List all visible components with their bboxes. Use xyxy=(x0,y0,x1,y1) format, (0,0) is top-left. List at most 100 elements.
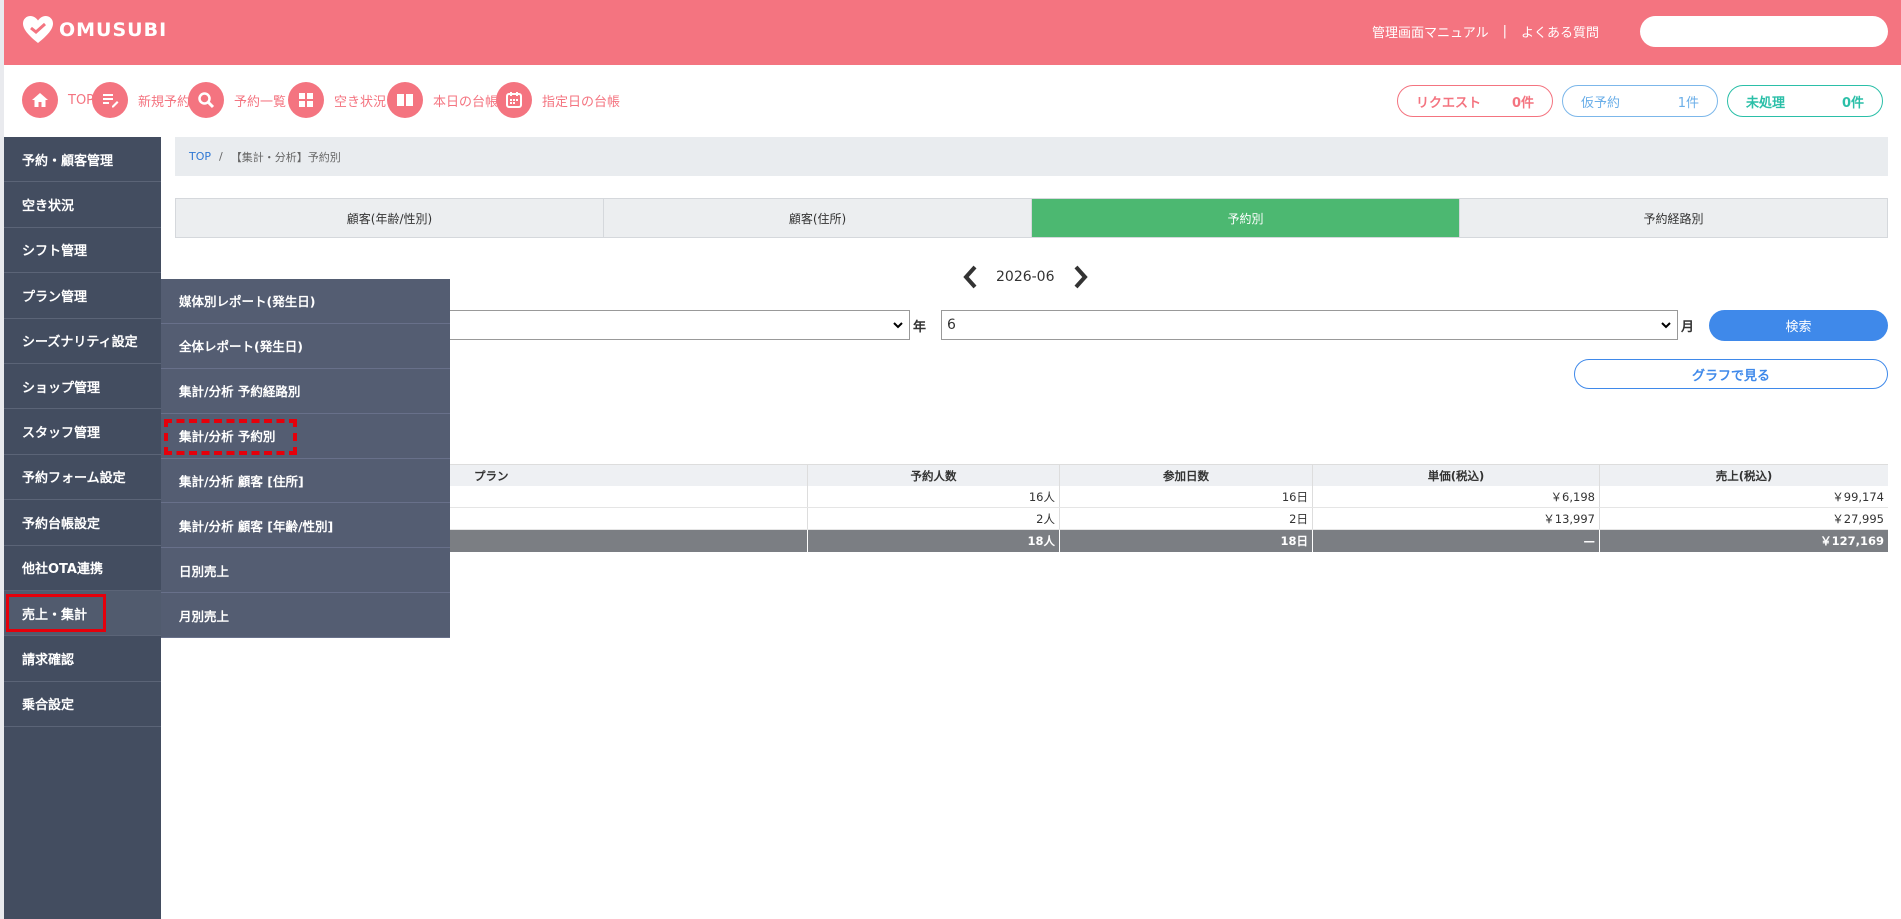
header-links: 管理画面マニュアル | よくある質問 xyxy=(1372,22,1599,41)
sidebar-item-sales[interactable]: 売上・集計 xyxy=(4,590,161,637)
top-header: OMUSUBI 管理画面マニュアル | よくある質問 xyxy=(4,0,1901,65)
nav-availability-label: 空き状況 xyxy=(334,94,387,110)
submenu-item-by-route[interactable]: 集計/分析 予約経路別 xyxy=(161,369,450,414)
cell-plan xyxy=(450,508,808,529)
sidebar-item-label: シーズナリティ設定 xyxy=(22,335,138,351)
nav-reservation-list-label: 予約一覧 xyxy=(234,94,287,110)
sidebar: 予約・顧客管理 空き状況 シフト管理 プラン管理 シーズナリティ設定 ショップ管… xyxy=(4,137,161,919)
chevron-left-icon[interactable] xyxy=(960,264,982,290)
year-select[interactable] xyxy=(440,310,910,340)
sidebar-item-shops[interactable]: ショップ管理 xyxy=(4,364,161,410)
submenu-item-by-reservation[interactable]: 集計/分析 予約別 xyxy=(161,414,450,459)
year-label: 年 xyxy=(913,320,927,335)
unprocessed-count: 0件 xyxy=(1841,95,1864,111)
month-label: 月 xyxy=(1681,320,1695,335)
header-count: 予約人数 xyxy=(808,465,1060,486)
submenu-item-customer-address[interactable]: 集計/分析 顧客 [住所] xyxy=(161,459,450,504)
table-total-row: 18人 18日 — ￥127,169 xyxy=(450,530,1888,552)
request-count: 0件 xyxy=(1511,95,1534,111)
reservation-table: プラン 予約人数 参加日数 単価(税込) 売上(税込) 16人 16日 ￥6,1… xyxy=(450,464,1888,552)
sidebar-item-availability[interactable]: 空き状況 xyxy=(4,182,161,228)
tab-customer-age-gender[interactable]: 顧客(年齢/性別) xyxy=(176,199,604,237)
nav-new-reservation[interactable]: 新規予約 xyxy=(92,82,190,118)
dashed-highlight-box xyxy=(164,418,297,455)
submenu-item-label: 集計/分析 顧客 [年齢/性別] xyxy=(179,518,334,534)
current-month: 2026-06 xyxy=(996,269,1055,285)
submenu-item-overall-report[interactable]: 全体レポート(発生日) xyxy=(161,324,450,369)
cell-count: 16人 xyxy=(808,486,1060,507)
submenu-item-media-report[interactable]: 媒体別レポート(発生日) xyxy=(161,279,450,324)
nav-new-reservation-label: 新規予約 xyxy=(138,94,191,110)
tentative-count: 1件 xyxy=(1677,95,1699,111)
nav-today-ledger-label: 本日の台帳 xyxy=(433,94,499,110)
cell-count: 2人 xyxy=(808,508,1060,529)
tab-by-route[interactable]: 予約経路別 xyxy=(1460,199,1887,237)
analysis-tabs: 顧客(年齢/性別) 顧客(住所) 予約別 予約経路別 xyxy=(175,198,1888,238)
sidebar-item-ledger-settings[interactable]: 予約台帳設定 xyxy=(4,500,161,546)
nav-reservation-list[interactable]: 予約一覧 xyxy=(188,82,286,118)
breadcrumb-separator: / xyxy=(219,150,223,163)
quick-nav: TOP 新規予約 予約一覧 空き状況 本日の台帳 指定日の台帳 リクエスト 0件… xyxy=(4,65,1901,137)
search-icon xyxy=(188,82,224,118)
sidebar-item-label: 予約フォーム設定 xyxy=(22,471,126,487)
sidebar-item-staff[interactable]: スタッフ管理 xyxy=(4,409,161,455)
edit-list-icon xyxy=(92,82,128,118)
sidebar-item-label: 予約台帳設定 xyxy=(22,516,101,532)
view-graph-button[interactable]: グラフで見る xyxy=(1574,359,1888,389)
total-count: 18人 xyxy=(808,530,1060,552)
request-status-button[interactable]: リクエスト 0件 xyxy=(1397,85,1553,117)
tentative-status-button[interactable]: 仮予約 1件 xyxy=(1562,85,1718,117)
table-header: プラン 予約人数 参加日数 単価(税込) 売上(税込) xyxy=(450,464,1888,486)
sidebar-item-label: 予約・顧客管理 xyxy=(22,153,114,169)
home-icon xyxy=(22,82,58,118)
month-navigator: 2026-06 xyxy=(960,264,1091,290)
calendar-icon xyxy=(496,82,532,118)
search-button[interactable]: 検索 xyxy=(1709,310,1888,341)
submenu-item-daily-sales[interactable]: 日別売上 xyxy=(161,548,450,594)
table-row: 2人 2日 ￥13,997 ￥27,995 xyxy=(450,508,1888,530)
sidebar-item-label: シフト管理 xyxy=(22,244,88,260)
month-select[interactable]: 6 xyxy=(941,310,1678,340)
breadcrumb-top-link[interactable]: TOP xyxy=(189,150,211,163)
faq-link[interactable]: よくある質問 xyxy=(1521,22,1599,41)
sidebar-item-plans[interactable]: プラン管理 xyxy=(4,273,161,319)
sidebar-item-shifts[interactable]: シフト管理 xyxy=(4,228,161,274)
sidebar-item-reservations[interactable]: 予約・顧客管理 xyxy=(4,137,161,183)
nav-availability[interactable]: 空き状況 xyxy=(288,82,386,118)
brand-name: OMUSUBI xyxy=(59,19,168,41)
month-select-value: 6 xyxy=(947,317,956,333)
total-days: 18日 xyxy=(1060,530,1313,552)
sidebar-item-label: 他社OTA連携 xyxy=(22,562,103,578)
sidebar-item-label: 乗合設定 xyxy=(22,698,75,714)
chevron-right-icon[interactable] xyxy=(1069,264,1091,290)
page: OMUSUBI 管理画面マニュアル | よくある質問 TOP 新規予約 予約一覧 xyxy=(0,0,1901,919)
header-separator: | xyxy=(1502,24,1508,39)
nav-today-ledger[interactable]: 本日の台帳 xyxy=(387,82,498,118)
submenu-item-monthly-sales[interactable]: 月別売上 xyxy=(161,593,450,638)
manual-link[interactable]: 管理画面マニュアル xyxy=(1372,22,1489,41)
sidebar-item-form-settings[interactable]: 予約フォーム設定 xyxy=(4,455,161,501)
cell-unit-price: ￥6,198 xyxy=(1313,486,1600,507)
submenu-item-customer-age-gender[interactable]: 集計/分析 顧客 [年齢/性別] xyxy=(161,503,450,549)
tab-customer-address[interactable]: 顧客(住所) xyxy=(604,199,1032,237)
chevron-down-icon xyxy=(893,322,903,329)
tab-by-reservation[interactable]: 予約別 xyxy=(1032,199,1460,237)
sidebar-item-ota[interactable]: 他社OTA連携 xyxy=(4,546,161,591)
header-search-input[interactable] xyxy=(1640,16,1888,47)
grid-icon xyxy=(288,82,324,118)
sidebar-item-shared-ride[interactable]: 乗合設定 xyxy=(4,682,161,728)
cell-plan xyxy=(450,486,808,507)
total-unit-price: — xyxy=(1313,530,1600,552)
sidebar-item-billing[interactable]: 請求確認 xyxy=(4,636,161,682)
header-plan: プラン xyxy=(450,465,808,486)
cell-sales: ￥27,995 xyxy=(1832,511,1884,526)
nav-top[interactable]: TOP xyxy=(22,82,94,118)
heart-logo-icon xyxy=(23,16,53,43)
sidebar-item-label: プラン管理 xyxy=(22,289,88,305)
breadcrumb-current: 【集計・分析】予約別 xyxy=(230,150,341,164)
unprocessed-status-button[interactable]: 未処理 0件 xyxy=(1727,85,1883,117)
nav-date-ledger[interactable]: 指定日の台帳 xyxy=(496,82,620,118)
sidebar-item-seasonality[interactable]: シーズナリティ設定 xyxy=(4,319,161,364)
chevron-down-icon xyxy=(1661,322,1671,329)
brand-logo[interactable]: OMUSUBI xyxy=(22,15,167,45)
